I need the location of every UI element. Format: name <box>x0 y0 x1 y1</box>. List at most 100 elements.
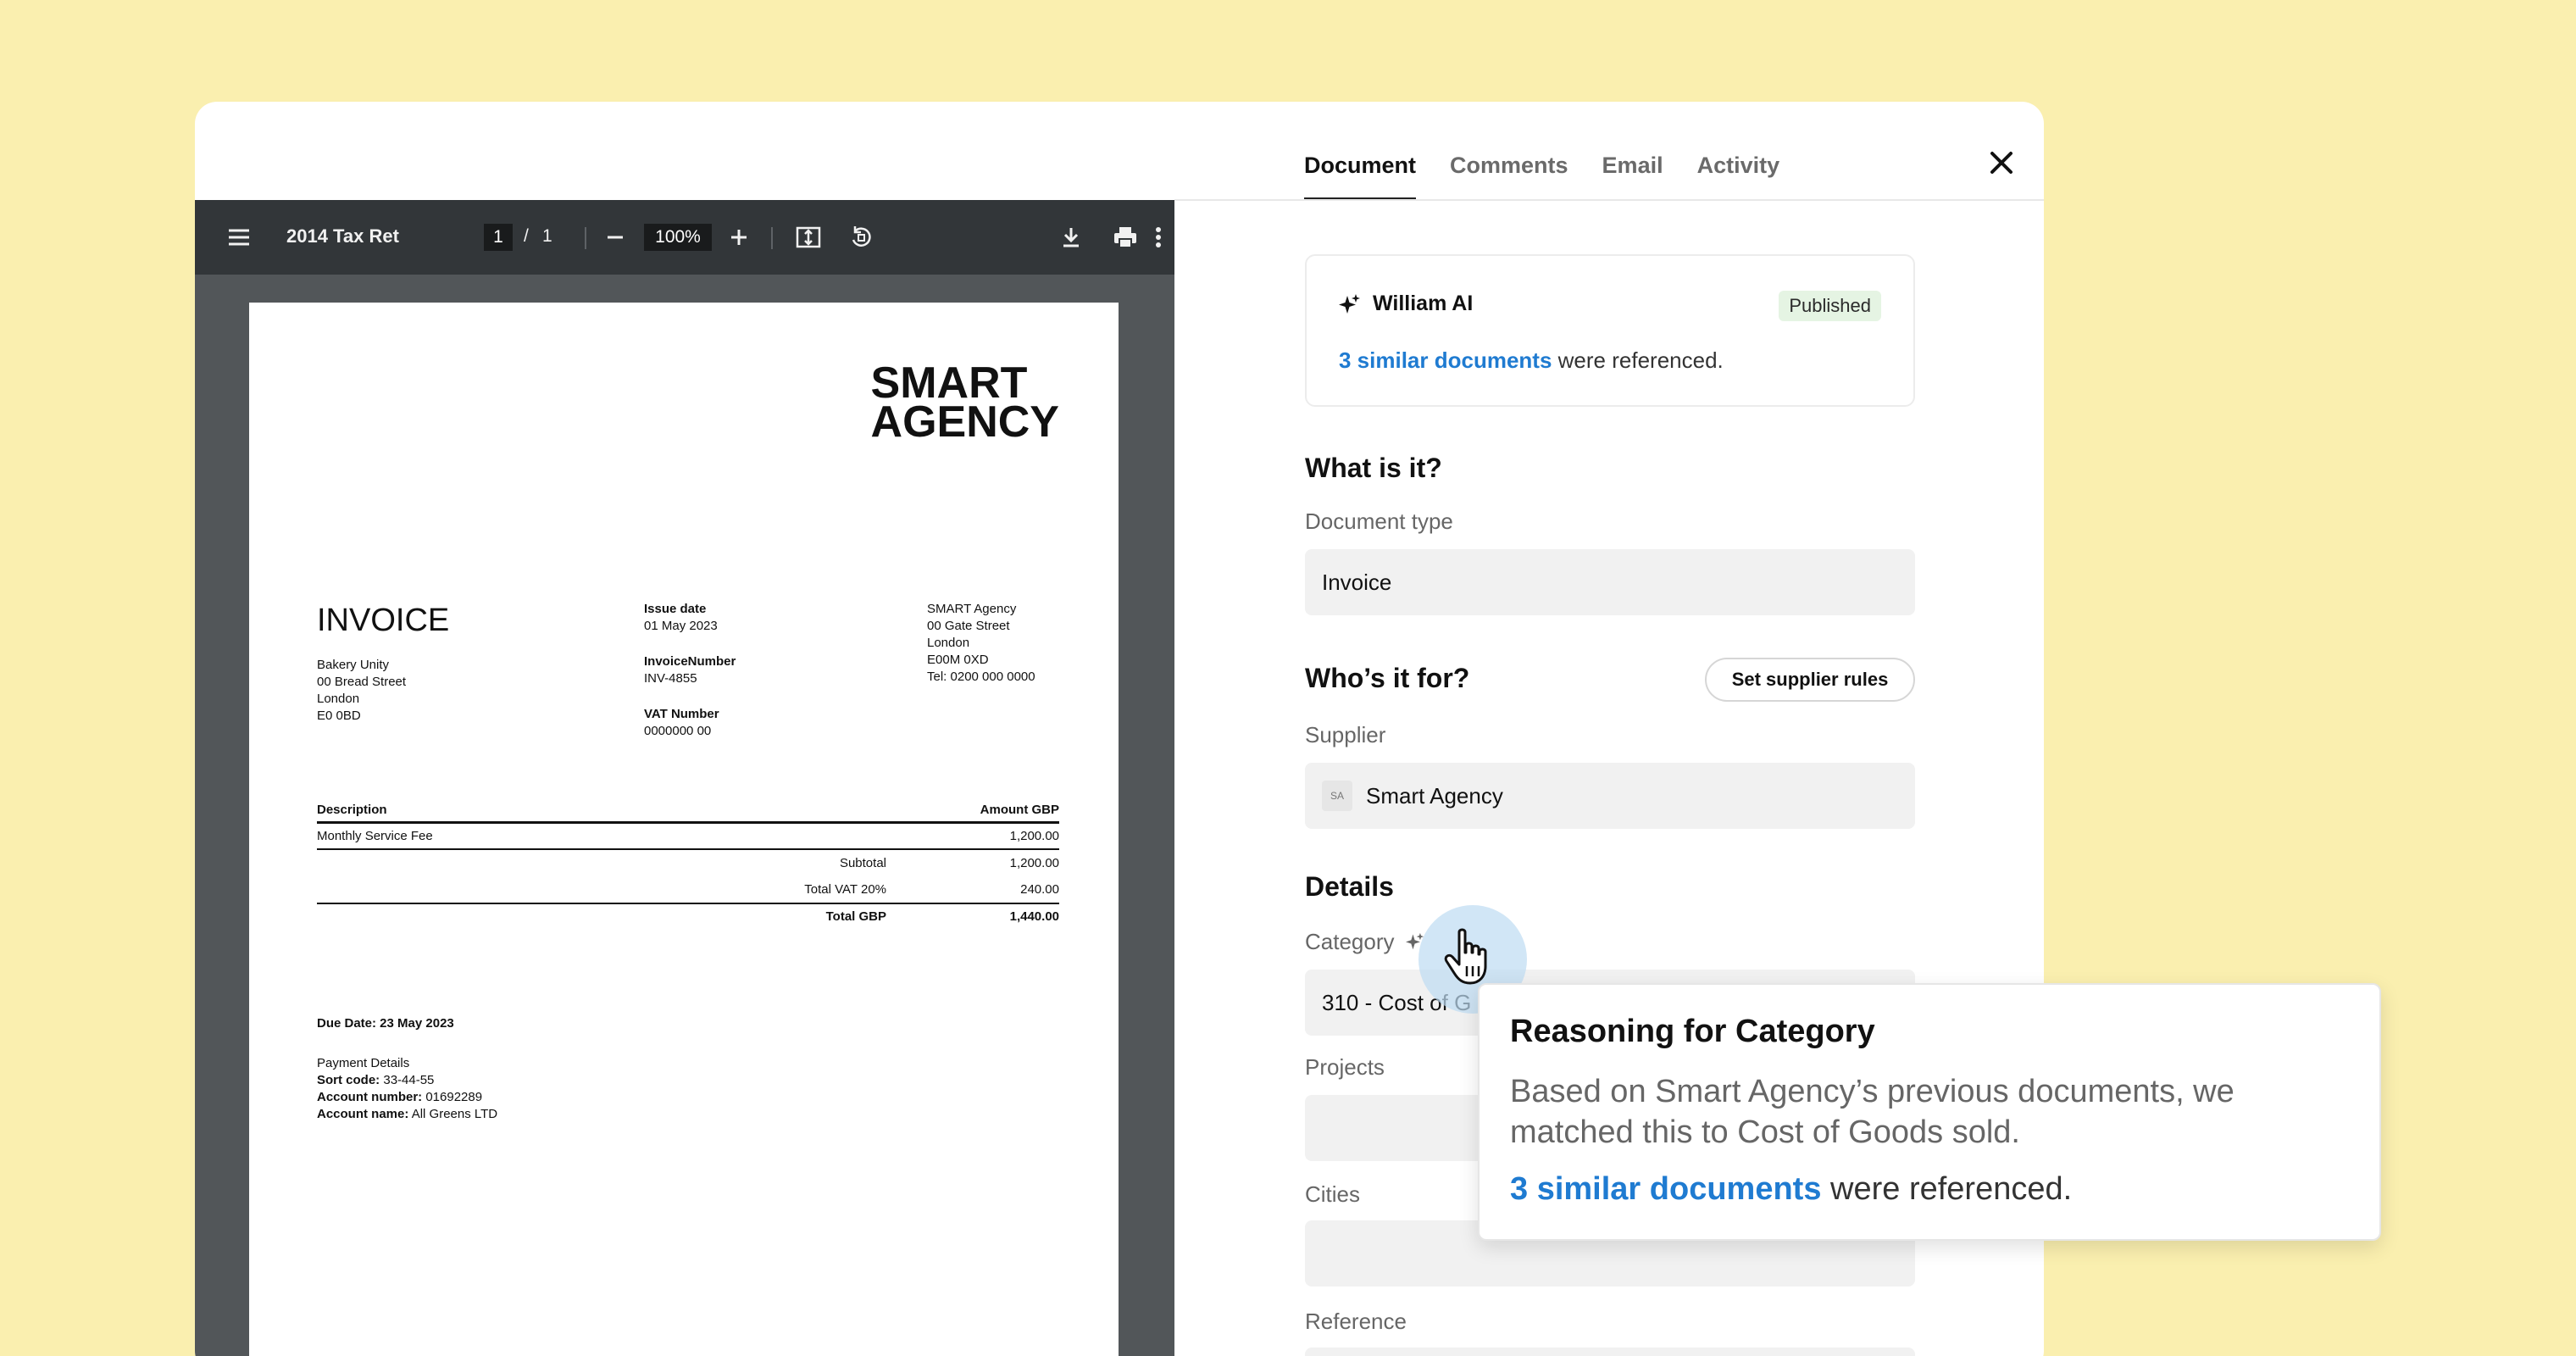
more-options-button[interactable] <box>1144 219 1173 256</box>
logo-line: AGENCY <box>870 397 1059 447</box>
address-line: E0 0BD <box>317 709 361 723</box>
similar-documents-link[interactable]: 3 similar documents <box>1339 347 1552 373</box>
supplier-field[interactable]: SA Smart Agency <box>1305 763 1915 829</box>
column-header: Amount GBP <box>980 802 1059 817</box>
tab-document[interactable]: Document <box>1304 136 1417 200</box>
section-heading-who: Who’s it for? <box>1305 663 1470 693</box>
payment-title: Payment Details <box>317 1056 410 1070</box>
invoice-title: INVOICE <box>317 603 450 638</box>
supplier-avatar: SA <box>1322 781 1352 811</box>
zoom-in-button[interactable] <box>722 219 756 256</box>
account-number: 01692289 <box>425 1090 483 1104</box>
menu-button[interactable] <box>220 219 258 256</box>
section-heading-what: What is it? <box>1305 453 1442 483</box>
fit-page-icon <box>796 226 821 248</box>
reference-field[interactable] <box>1305 1348 1915 1356</box>
vat-row: Total VAT 20% 240.00 <box>317 876 1059 903</box>
fit-page-button[interactable] <box>790 219 827 256</box>
address-line: 00 Gate Street <box>927 619 1010 633</box>
total-value: 1,440.00 <box>1009 909 1059 924</box>
account-number-line: Account number: 01692289 <box>317 1089 497 1106</box>
table-row: Monthly Service Fee 1,200.00 <box>317 824 1059 850</box>
issue-date-label: Issue date <box>644 602 707 616</box>
projects-label: Projects <box>1305 1054 1385 1080</box>
zoom-out-button[interactable] <box>598 219 632 256</box>
print-icon <box>1114 227 1136 248</box>
similar-documents-link[interactable]: 3 similar documents <box>1510 1171 1821 1207</box>
download-button[interactable] <box>1052 219 1090 256</box>
total-label: Total GBP <box>825 909 886 924</box>
tab-email[interactable]: Email <box>1602 136 1663 200</box>
set-supplier-rules-button[interactable]: Set supplier rules <box>1705 658 1915 702</box>
zoom-input[interactable]: 100% <box>644 224 712 251</box>
invoice-number: INV-4855 <box>644 671 697 686</box>
more-vert-icon <box>1156 227 1161 247</box>
hand-cursor-icon <box>1444 928 1487 985</box>
tab-activity[interactable]: Activity <box>1697 136 1780 200</box>
address-line: 00 Bread Street <box>317 675 407 689</box>
reference-suffix: were referenced. <box>1830 1171 2073 1207</box>
menu-icon <box>229 229 249 246</box>
sender-address: SMART Agency 00 Gate Street London E00M … <box>927 601 1035 686</box>
plus-icon <box>731 230 747 245</box>
tab-bar: Document Comments Email Activity <box>1304 136 1813 200</box>
due-date: Due Date: 23 May 2023 <box>317 1016 454 1031</box>
vat-total-label: Total VAT 20% <box>804 882 886 897</box>
sort-code: 33-44-55 <box>383 1073 435 1087</box>
item-description: Monthly Service Fee <box>317 829 433 843</box>
issue-date: 01 May 2023 <box>644 619 718 633</box>
page-number-input[interactable]: 1 <box>484 224 513 251</box>
vat-total-value: 240.00 <box>1020 882 1059 897</box>
cities-label: Cities <box>1305 1181 1361 1207</box>
category-label: Category <box>1305 929 1424 955</box>
document-title: 2014 Tax Ret <box>286 225 399 247</box>
tooltip-title: Reasoning for Category <box>1510 1014 1875 1049</box>
address-line: E00M 0XD <box>927 653 989 667</box>
subtotal-value: 1,200.00 <box>1009 856 1059 870</box>
account-name-line: Account name: All Greens LTD <box>317 1106 497 1123</box>
section-heading-details: Details <box>1305 871 1394 902</box>
item-amount: 1,200.00 <box>1009 829 1059 843</box>
rotate-button[interactable] <box>842 219 880 256</box>
category-label-text: Category <box>1305 929 1395 954</box>
print-button[interactable] <box>1107 219 1144 256</box>
document-type-label: Document type <box>1305 508 1453 534</box>
subtotal-label: Subtotal <box>839 856 886 870</box>
address-line: London <box>927 636 970 650</box>
reference-suffix: were referenced. <box>1557 347 1724 373</box>
category-reasoning-tooltip: Reasoning for Category Based on Smart Ag… <box>1478 983 2381 1241</box>
agency-logo: SMART AGENCY <box>870 361 1059 447</box>
invoice-meta: Issue date 01 May 2023 InvoiceNumber INV… <box>644 601 736 759</box>
pdf-viewer: 2014 Tax Ret 1 / 1 100% SMART AGENCY INV… <box>195 200 1174 1356</box>
tab-comments[interactable]: Comments <box>1450 136 1568 200</box>
column-header: Description <box>317 802 387 817</box>
header-divider <box>1174 199 2044 201</box>
sort-code-label: Sort code: <box>317 1073 380 1087</box>
ai-name: William AI <box>1373 292 1474 315</box>
document-type-field[interactable]: Invoice <box>1305 549 1915 615</box>
page-total: 1 <box>542 226 552 246</box>
vat-number: 0000000 00 <box>644 724 712 738</box>
vat-number-label: VAT Number <box>644 707 719 721</box>
account-number-label: Account number: <box>317 1090 423 1104</box>
tooltip-reference-text: 3 similar documents were referenced. <box>1510 1171 2072 1208</box>
payment-details: Payment Details Sort code: 33-44-55 Acco… <box>317 1055 497 1123</box>
bill-to-address: Bakery Unity 00 Bread Street London E0 0… <box>317 657 406 725</box>
address-line: SMART Agency <box>927 602 1017 616</box>
subtotal-row: Subtotal 1,200.00 <box>317 850 1059 876</box>
account-name: All Greens LTD <box>411 1107 498 1121</box>
ai-summary-card: William AI Published 3 similar documents… <box>1305 254 1915 407</box>
download-icon <box>1063 228 1079 247</box>
address-line: Tel: 0200 000 0000 <box>927 670 1035 684</box>
toolbar-divider <box>585 227 586 249</box>
address-line: Bakery Unity <box>317 658 390 672</box>
toolbar-divider <box>771 227 773 249</box>
account-name-label: Account name: <box>317 1107 409 1121</box>
minus-icon <box>608 236 623 239</box>
rotate-icon <box>852 226 871 247</box>
close-button[interactable] <box>1974 136 2029 190</box>
address-line: London <box>317 692 360 706</box>
invoice-number-label: InvoiceNumber <box>644 654 736 669</box>
supplier-label: Supplier <box>1305 722 1386 747</box>
sort-code-line: Sort code: 33-44-55 <box>317 1072 497 1089</box>
